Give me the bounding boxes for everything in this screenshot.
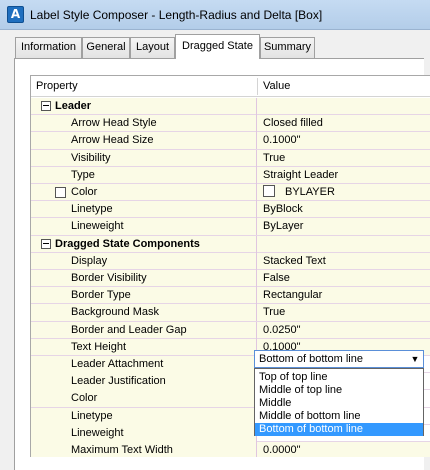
- property-row[interactable]: Border Type Rectangular: [31, 287, 430, 305]
- leader-attachment-combo[interactable]: Bottom of bottom line ▼: [254, 350, 424, 368]
- property-row[interactable]: Background Mask True: [31, 304, 430, 322]
- tab-summary[interactable]: Summary: [260, 37, 315, 58]
- window-title: Label Style Composer - Length-Radius and…: [30, 8, 323, 22]
- property-value[interactable]: 0.1000": [258, 132, 430, 149]
- chevron-down-icon[interactable]: ▼: [407, 351, 423, 367]
- dropdown-option[interactable]: Middle: [255, 397, 423, 410]
- property-value[interactable]: Closed filled: [258, 115, 430, 132]
- tab-information[interactable]: Information: [15, 37, 82, 58]
- dropdown-option[interactable]: Middle of bottom line: [255, 410, 423, 423]
- property-row[interactable]: Lineweight ByLayer: [31, 218, 430, 236]
- property-name: Visibility: [31, 149, 257, 167]
- autocad-icon[interactable]: A: [7, 6, 24, 23]
- property-value[interactable]: Stacked Text: [258, 253, 430, 270]
- property-value[interactable]: True: [258, 150, 430, 167]
- property-name: Border Type: [31, 287, 257, 305]
- property-value[interactable]: True: [258, 304, 430, 321]
- tab-strip: Information General Layout Dragged State…: [0, 30, 430, 60]
- category-value: [258, 236, 430, 253]
- property-value[interactable]: 0.0000": [258, 442, 430, 457]
- tab-layout[interactable]: Layout: [130, 37, 175, 58]
- leader-attachment-dropdown: Top of top line Middle of top line Middl…: [254, 368, 424, 436]
- tab-general[interactable]: General: [82, 37, 130, 58]
- dropdown-option[interactable]: Top of top line: [255, 371, 423, 384]
- column-header-value[interactable]: Value: [258, 76, 430, 97]
- property-name: Type: [31, 166, 257, 184]
- category-label: Leader: [31, 98, 257, 115]
- property-name: Lineweight: [31, 424, 257, 442]
- category-leader[interactable]: Leader: [31, 98, 430, 116]
- property-row[interactable]: Arrow Head Size 0.1000": [31, 132, 430, 150]
- property-name: Leader Justification: [31, 373, 257, 391]
- property-value[interactable]: 0.0250": [258, 322, 430, 339]
- dropdown-option-selected[interactable]: Bottom of bottom line: [255, 423, 423, 436]
- property-name: Leader Attachment: [31, 356, 257, 373]
- property-row[interactable]: Arrow Head Style Closed filled: [31, 115, 430, 133]
- property-name: Background Mask: [31, 304, 257, 322]
- property-row[interactable]: Linetype ByBlock: [31, 201, 430, 219]
- color-value: BYLAYER: [285, 186, 335, 198]
- property-row[interactable]: Type Straight Leader: [31, 166, 430, 184]
- property-name: Lineweight: [31, 218, 257, 236]
- property-name: Text Height: [31, 338, 257, 356]
- grid-header: Property Value: [31, 76, 430, 97]
- property-name: Display: [31, 252, 257, 270]
- category-value: [258, 98, 430, 115]
- combo-selected-text: Bottom of bottom line: [259, 353, 363, 365]
- property-name: Linetype: [31, 407, 257, 425]
- property-name: Maximum Text Width: [31, 442, 257, 457]
- property-value[interactable]: Rectangular: [258, 287, 430, 304]
- property-name: Color: [31, 184, 257, 201]
- title-bar[interactable]: A Label Style Composer - Length-Radius a…: [0, 0, 430, 30]
- color-swatch: [263, 185, 275, 197]
- property-row-color[interactable]: Color BYLAYER: [31, 184, 430, 202]
- dropdown-option[interactable]: Middle of top line: [255, 384, 423, 397]
- property-row[interactable]: Maximum Text Width 0.0000": [31, 442, 430, 457]
- property-name: Color: [31, 390, 257, 408]
- property-row[interactable]: Visibility True: [31, 149, 430, 167]
- property-name: Arrow Head Style: [31, 115, 257, 133]
- category-label: Dragged State Components: [31, 235, 257, 253]
- property-value[interactable]: ByLayer: [258, 218, 430, 235]
- property-name: Arrow Head Size: [31, 132, 257, 150]
- column-header-property[interactable]: Property: [31, 76, 257, 97]
- property-row[interactable]: Border and Leader Gap 0.0250": [31, 321, 430, 339]
- property-name: Linetype: [31, 201, 257, 219]
- property-name: Border Visibility: [31, 270, 257, 287]
- property-name: Border and Leader Gap: [31, 321, 257, 339]
- property-value[interactable]: False: [258, 270, 430, 287]
- property-value[interactable]: BYLAYER: [258, 184, 430, 201]
- tab-dragged-state[interactable]: Dragged State: [175, 34, 260, 59]
- property-row[interactable]: Display Stacked Text: [31, 252, 430, 270]
- property-value[interactable]: ByBlock: [258, 201, 430, 218]
- property-row[interactable]: Border Visibility False: [31, 270, 430, 288]
- category-dragged-state-components[interactable]: Dragged State Components: [31, 235, 430, 253]
- property-value[interactable]: Straight Leader: [258, 167, 430, 184]
